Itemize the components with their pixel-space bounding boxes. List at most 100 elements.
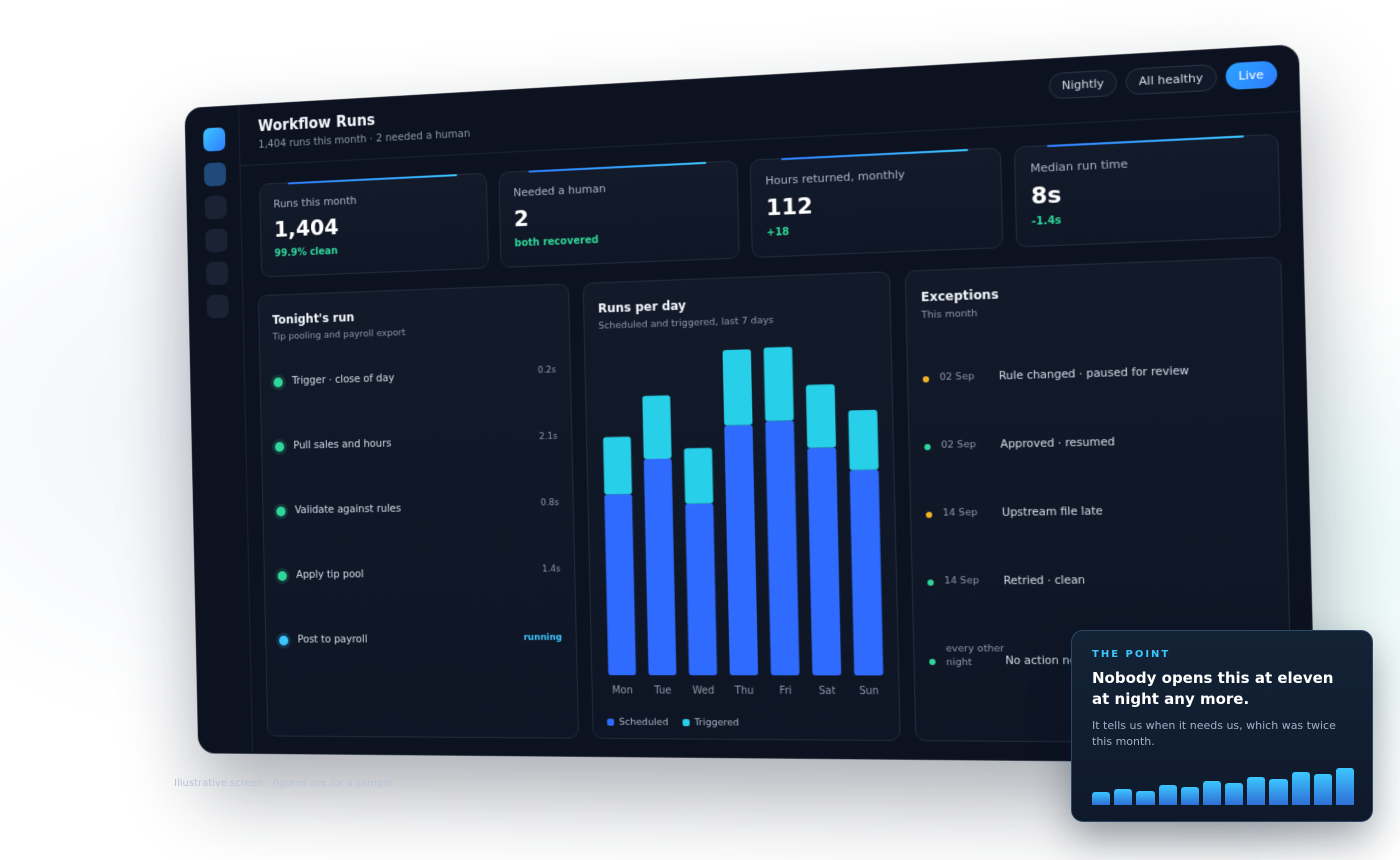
nav-item-4[interactable]: [205, 261, 229, 286]
kpi-hours-returned: Hours returned, monthly 112 +18: [749, 147, 1004, 259]
spark-bar: [1136, 790, 1155, 805]
runs-per-day-panel: Runs per day Scheduled and triggered, la…: [582, 271, 901, 741]
x-tick-label: Sat: [819, 686, 836, 697]
bar-triggered-sun[interactable]: [848, 409, 879, 471]
bar-scheduled-fri[interactable]: [765, 420, 800, 676]
run-step[interactable]: Trigger · close of day 0.2s: [273, 365, 557, 438]
kpi-label: Needed a human: [513, 181, 606, 200]
nav-rail: [184, 104, 253, 754]
card-headline: Nobody opens this at eleven at night any…: [1092, 669, 1334, 708]
exception-row[interactable]: 02 Sep Approved · resumed: [924, 431, 1270, 506]
kpi-delta: -1.4s: [1031, 215, 1062, 228]
spark-bar: [1180, 786, 1199, 805]
bar-triggered-thu[interactable]: [722, 349, 753, 426]
spark-bar: [1202, 781, 1222, 805]
step-time: 0.8s: [540, 498, 560, 509]
spark-bar: [1335, 768, 1355, 805]
bar-scheduled-thu[interactable]: [724, 424, 759, 676]
spark-bar: [1158, 785, 1177, 805]
kpi-delta: 99.9% clean: [274, 245, 338, 260]
legend-swatch: [682, 719, 690, 727]
kpi-value: 112: [765, 193, 814, 222]
exception-date: 02 Sep: [939, 370, 975, 384]
step-label: Pull sales and hours: [293, 437, 392, 452]
step-label: Trigger · close of day: [291, 372, 395, 387]
bar-triggered-sat[interactable]: [805, 384, 837, 448]
run-step[interactable]: Apply tip pool 1.4s: [277, 564, 562, 631]
sparkline-bars: [1092, 765, 1355, 805]
spark-bar: [1114, 789, 1133, 805]
warning-dot-icon: [922, 376, 930, 383]
step-label: Validate against rules: [294, 502, 402, 517]
kpi-value: 2: [513, 206, 530, 233]
x-tick-label: Mon: [612, 685, 633, 696]
ok-dot-icon: [927, 579, 934, 586]
kpi-accent-bar: [1046, 135, 1244, 148]
legend-swatch: [607, 718, 615, 726]
spark-bar: [1092, 792, 1111, 805]
bar-scheduled-wed[interactable]: [685, 503, 718, 676]
run-steps: Trigger · close of day 0.2s Pull sales a…: [273, 365, 563, 697]
status-dot-icon: [273, 377, 283, 388]
x-tick-label: Tue: [653, 685, 671, 696]
step-time: 1.4s: [541, 564, 561, 575]
nav-item-runs[interactable]: [203, 162, 227, 187]
bar-scheduled-sat[interactable]: [807, 447, 842, 676]
bar-triggered-fri[interactable]: [763, 346, 794, 422]
the-point-card: THE POINT Nobody opens this at eleven at…: [1071, 630, 1373, 822]
exception-text: Upstream file late: [1001, 504, 1103, 520]
kpi-label: Median run time: [1030, 157, 1129, 176]
step-status-running: running: [523, 632, 563, 644]
ok-dot-icon: [924, 443, 931, 451]
bar-triggered-tue[interactable]: [642, 395, 672, 459]
step-time: 2.1s: [539, 431, 558, 443]
x-tick-label: Thu: [734, 685, 754, 696]
run-step[interactable]: Pull sales and hours 2.1s: [274, 431, 559, 503]
exception-text: Rule changed · paused for review: [998, 364, 1190, 383]
app-logo-icon[interactable]: [203, 127, 226, 152]
nav-item-2[interactable]: [204, 195, 227, 220]
nav-item-3[interactable]: [205, 228, 228, 253]
spark-bar: [1225, 782, 1244, 805]
run-step[interactable]: Post to payroll running: [279, 631, 563, 697]
x-tick-label: Sun: [859, 686, 879, 698]
legend-triggered: Triggered: [682, 717, 739, 729]
x-tick-label: Fri: [779, 686, 791, 697]
exception-row[interactable]: 14 Sep Upstream file late: [925, 501, 1272, 574]
status-dot-icon: [277, 571, 288, 581]
kpi-label: Runs this month: [273, 193, 357, 211]
pill-all-healthy[interactable]: All healthy: [1125, 63, 1217, 96]
bar-scheduled-sun[interactable]: [849, 469, 884, 676]
bar-scheduled-tue[interactable]: [643, 458, 677, 676]
panel-subtitle: Scheduled and triggered, last 7 days: [598, 314, 774, 332]
spark-bar: [1291, 772, 1310, 805]
pill-nightly[interactable]: Nightly: [1048, 69, 1118, 100]
spark-bar: [1269, 779, 1288, 805]
exception-date: every other night: [945, 642, 1005, 669]
exception-text: Retried · clean: [1003, 574, 1086, 588]
x-tick-label: Wed: [692, 685, 714, 696]
kpi-label: Hours returned, monthly: [765, 167, 906, 188]
exception-row[interactable]: 02 Sep Rule changed · paused for review: [922, 361, 1269, 438]
exception-text: Approved · resumed: [1000, 435, 1115, 451]
pill-live[interactable]: Live: [1224, 60, 1278, 91]
step-time: 0.2s: [537, 365, 557, 376]
exception-date: 14 Sep: [944, 574, 980, 587]
exception-date: 14 Sep: [942, 506, 978, 519]
bar-scheduled-mon[interactable]: [604, 493, 637, 676]
bar-triggered-mon[interactable]: [603, 436, 633, 495]
kpi-delta: both recovered: [514, 234, 599, 250]
kpi-accent-bar: [781, 148, 969, 161]
runs-chart-svg: Mon Tue Wed Thu Fri Sat Sun: [603, 346, 884, 698]
kpi-accent-bar: [287, 174, 458, 185]
chart-legend: Scheduled Triggered: [607, 717, 739, 729]
legend-scheduled: Scheduled: [607, 717, 668, 728]
spark-bar: [1247, 777, 1266, 805]
run-step[interactable]: Validate against rules 0.8s: [276, 498, 560, 567]
step-label: Post to payroll: [297, 633, 368, 646]
kpi-delta: +18: [766, 226, 790, 239]
nav-item-5[interactable]: [206, 294, 230, 319]
bar-triggered-wed[interactable]: [683, 447, 714, 504]
legend-label: Scheduled: [618, 716, 669, 729]
running-dot-icon: [279, 635, 289, 646]
